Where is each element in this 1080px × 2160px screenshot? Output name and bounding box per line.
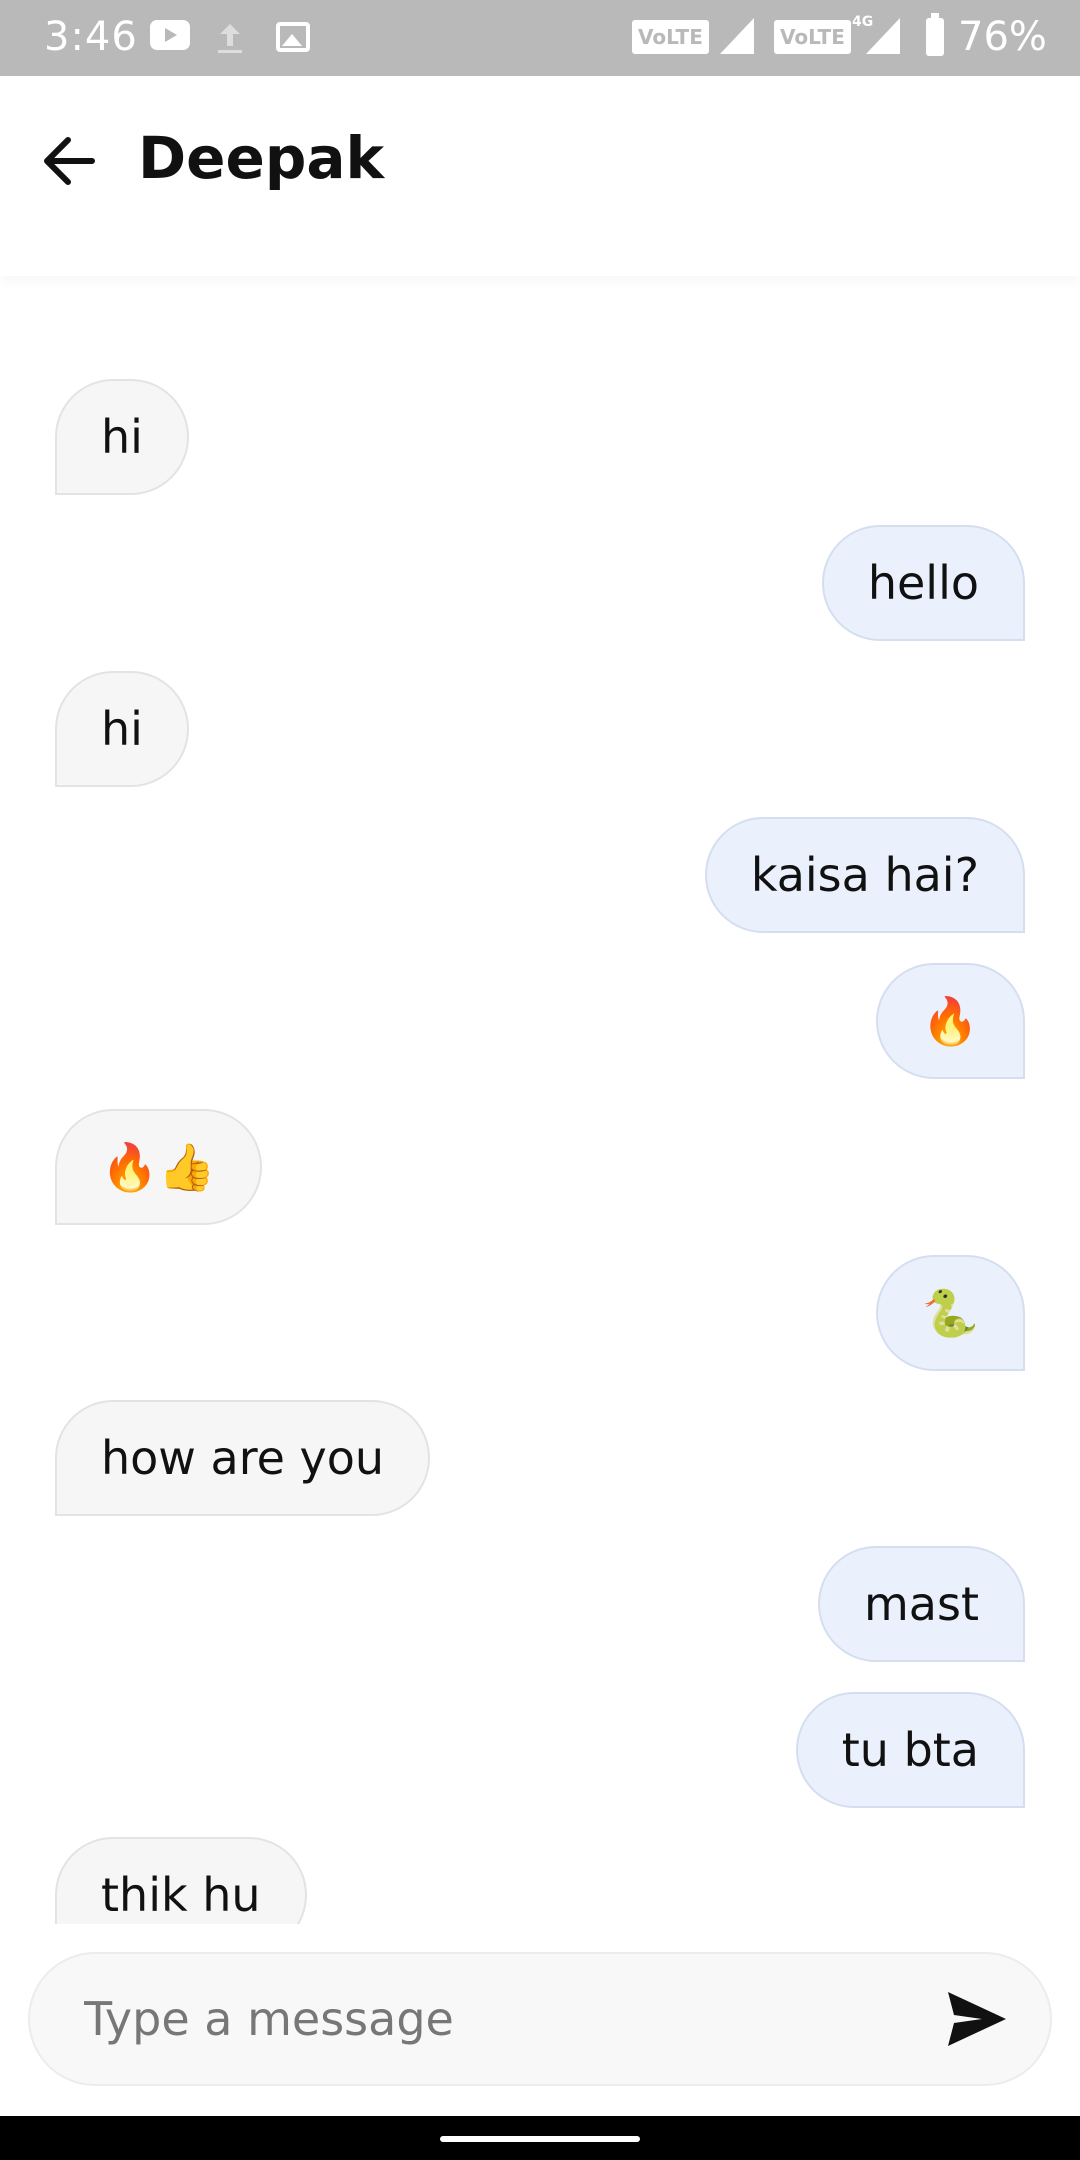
message-composer [28,1952,1052,2086]
system-nav-bar [0,2116,1080,2160]
signal-icon [720,18,754,54]
outgoing-message: 🐍 [875,1255,1025,1371]
home-indicator[interactable] [440,2136,640,2142]
incoming-message: hi [55,379,189,495]
message-input[interactable] [84,1954,904,2084]
back-arrow-icon[interactable] [34,126,104,196]
message-list[interactable]: hi hello hi kaisa hai? 🔥 🔥👍 🐍 how are yo… [0,276,1080,1924]
battery-icon [926,13,944,56]
chat-header: Deepak [0,76,1080,276]
battery-percent: 76% [958,14,1047,60]
outgoing-message: hello [821,525,1025,641]
contact-name: Deepak [138,124,385,192]
youtube-icon [150,20,190,50]
outgoing-message: tu bta [795,1692,1025,1808]
outgoing-message: kaisa hai? [704,817,1025,933]
incoming-message: hi [55,671,189,787]
image-icon [276,22,310,52]
volte-badge: VoLTE [632,20,709,54]
volte-badge: VoLTE [774,20,851,54]
outgoing-message: 🔥 [875,963,1025,1079]
signal-icon [866,18,900,54]
incoming-message: thik hu [55,1837,307,1924]
incoming-message: 🔥👍 [55,1109,262,1225]
upload-icon [218,24,242,53]
incoming-message: how are you [55,1400,431,1516]
outgoing-message: mast [818,1546,1025,1662]
send-icon[interactable] [944,1986,1010,2052]
status-time: 3:46 [44,14,138,60]
status-bar: 3:46 VoLTE VoLTE 4G 76% [0,0,1080,76]
